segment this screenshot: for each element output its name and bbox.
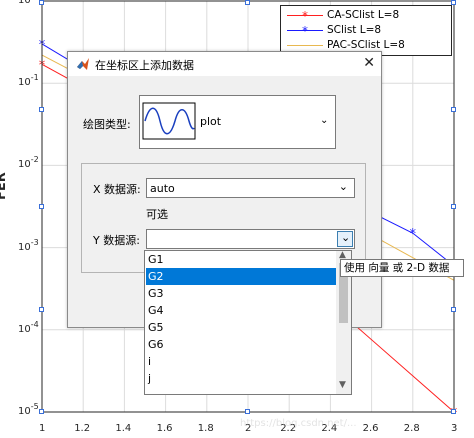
x-tick-label: 1.8 (197, 423, 214, 434)
resize-handle[interactable] (451, 0, 456, 5)
list-item[interactable]: G6 (146, 336, 336, 353)
resize-handle[interactable] (451, 203, 456, 209)
x-source-select[interactable]: auto ⌄ (146, 178, 355, 198)
list-item-selected[interactable]: G2 (146, 268, 336, 285)
x-tick-label: 1.2 (74, 423, 91, 434)
resize-handle[interactable] (451, 107, 456, 112)
chevron-down-icon: ⌄ (338, 180, 348, 193)
list-item[interactable]: G1 (146, 251, 336, 268)
y-tick-label: 10-2 (18, 155, 39, 171)
y-tick-label: 100 (18, 0, 31, 6)
resize-handle[interactable] (451, 409, 456, 414)
resize-handle[interactable] (245, 0, 250, 5)
resize-handle[interactable] (39, 0, 44, 5)
list-item[interactable]: G4 (146, 302, 336, 319)
resize-handle[interactable] (39, 203, 44, 209)
y-tick-label: 10-1 (18, 73, 39, 89)
svg-text:*: * (302, 24, 308, 37)
scroll-down-icon[interactable]: ▼ (339, 380, 346, 390)
x-tick-label: 1.6 (156, 423, 173, 434)
x-source-label: X 数据源: (93, 183, 141, 196)
resize-handle[interactable] (451, 307, 456, 312)
plot-type-dropdown-button[interactable]: ⌄ (314, 95, 336, 149)
resize-handle[interactable] (39, 107, 44, 112)
y-source-label: Y 数据源: (93, 234, 140, 247)
matlab-icon (77, 58, 89, 70)
close-button[interactable]: ✕ (363, 55, 375, 71)
x-tick-label: 1 (39, 423, 46, 434)
legend-label: SClist L=8 (327, 24, 382, 36)
y-source-select[interactable]: ⌄ (146, 229, 355, 249)
legend: * CA-SClist L=8 * SClist L=8 PAC-SClist … (280, 5, 452, 56)
list-item[interactable]: i (146, 353, 336, 370)
legend-label: CA-SClist L=8 (327, 9, 400, 21)
x-tick-label: 1.4 (115, 423, 132, 434)
y-tick-label: 10-3 (18, 237, 39, 253)
resize-handle[interactable] (39, 409, 44, 414)
plot-type-select[interactable]: plot (139, 95, 334, 149)
plot-type-label: 绘图类型: (83, 118, 131, 131)
legend-entry-ca: * CA-SClist L=8 (285, 9, 449, 22)
y-axis-label: FER (0, 172, 9, 200)
list-item[interactable]: G5 (146, 319, 336, 336)
sine-plot-icon (142, 102, 196, 140)
x-source-value: auto (150, 182, 175, 195)
y-source-dropdown-button[interactable]: ⌄ (337, 231, 353, 247)
legend-entry-sc: * SClist L=8 (285, 24, 449, 37)
y-tick-label: 10-4 (18, 319, 39, 335)
list-item[interactable]: G3 (146, 285, 336, 302)
x-tick-label: 2.6 (362, 423, 379, 434)
chevron-down-icon: ⌄ (320, 115, 329, 126)
svg-text:*: * (302, 9, 308, 22)
series-point: * (410, 227, 417, 242)
resize-handle[interactable] (39, 307, 44, 312)
legend-marker-star: * (287, 9, 323, 22)
legend-marker-star: * (287, 24, 323, 37)
watermark: https://blog.csdn.net/... (240, 418, 357, 429)
optional-hint: 可选 (146, 208, 168, 221)
list-item[interactable]: j (146, 370, 336, 387)
legend-label: PAC-SClist L=8 (327, 39, 405, 51)
y-tick-label: 10-5 (18, 402, 39, 417)
x-tick-label: 3 (451, 423, 458, 434)
plot-type-value: plot (200, 115, 222, 128)
dialog-titlebar[interactable]: 在坐标区上添加数据 ✕ (68, 52, 381, 76)
tooltip: 使用 向量 或 2-D 数据 (340, 259, 464, 277)
y-source-dropdown-list: G1 G2 G3 G4 G5 G6 i j ▲ ▼ (144, 250, 352, 395)
dialog-title: 在坐标区上添加数据 (95, 59, 194, 72)
resize-handle[interactable] (245, 409, 250, 414)
chevron-down-icon: ⌄ (341, 231, 351, 244)
x-tick-label: 2.8 (403, 423, 420, 434)
